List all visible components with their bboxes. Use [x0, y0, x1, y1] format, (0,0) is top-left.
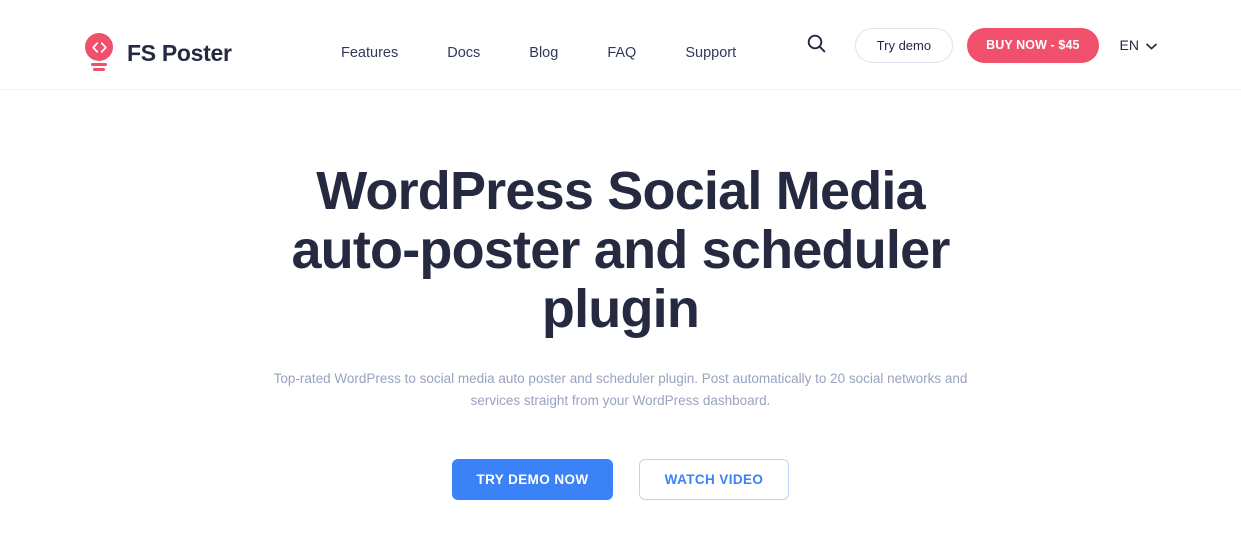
main-navigation: Features Docs Blog FAQ Support [341, 45, 736, 61]
header-actions: Try demo BUY NOW - $45 EN [800, 0, 1157, 90]
search-icon [807, 34, 826, 56]
language-code: EN [1119, 37, 1139, 53]
code-bulb-icon [84, 33, 114, 73]
try-demo-button[interactable]: Try demo [854, 27, 954, 63]
nav-item-docs[interactable]: Docs [447, 45, 480, 61]
hero-cta-group: TRY DEMO NOW WATCH VIDEO [0, 459, 1241, 500]
watch-video-button[interactable]: WATCH VIDEO [639, 459, 789, 500]
nav-item-blog[interactable]: Blog [529, 45, 558, 61]
nav-item-support[interactable]: Support [685, 45, 736, 61]
bulb-circle [85, 33, 113, 61]
page-title: WordPress Social Media auto-poster and s… [291, 161, 950, 339]
site-header: FS Poster Features Docs Blog FAQ Support… [0, 0, 1241, 90]
bulb-base-bar-top [91, 62, 107, 66]
bulb-base-bar-bottom [93, 68, 105, 72]
brand-logo-link[interactable]: FS Poster [84, 33, 232, 73]
hero-subtitle: Top-rated WordPress to social media auto… [273, 371, 968, 408]
brand-name: FS Poster [127, 39, 232, 66]
nav-item-faq[interactable]: FAQ [607, 45, 636, 61]
try-demo-now-button[interactable]: TRY DEMO NOW [452, 459, 613, 500]
chevron-down-icon [1146, 38, 1157, 53]
buy-now-button[interactable]: BUY NOW - $45 [967, 27, 1099, 63]
search-button[interactable] [800, 28, 834, 62]
hero-section: WordPress Social Media auto-poster and s… [0, 90, 1241, 500]
language-selector[interactable]: EN [1120, 37, 1157, 53]
nav-item-features[interactable]: Features [341, 45, 398, 61]
